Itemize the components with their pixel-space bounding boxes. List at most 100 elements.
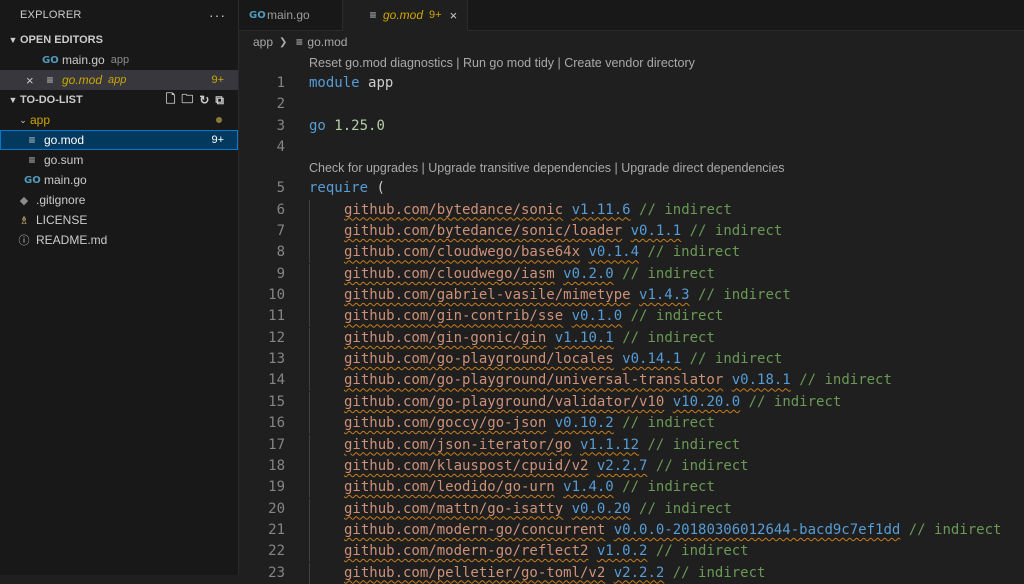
chevron-down-icon: ▼ [8,95,18,105]
new-file-icon[interactable]: 🗋 [166,90,176,111]
tab-label: go.mod [383,8,424,22]
indirect-comment: // indirect [672,564,766,581]
more-actions-icon[interactable]: ··· [209,7,226,23]
code-line: 1 module app [239,73,1024,94]
module-path[interactable]: github.com/go-playground/locales [344,349,614,370]
module-path[interactable]: github.com/gabriel-vasile/mimetype [344,285,631,306]
file-license[interactable]: ♗ LICENSE [0,210,238,230]
module-path[interactable]: github.com/pelletier/go-toml/v2 [344,563,605,584]
module-path[interactable]: github.com/cloudwego/iasm [344,264,555,285]
indent-guide [309,413,344,435]
indent-guide [309,370,344,392]
module-path[interactable]: github.com/klauspost/cpuid/v2 [344,456,588,477]
module-version[interactable]: v1.4.0 [563,477,614,498]
indent-guide [309,562,344,584]
file-go-sum[interactable]: ≡ go.sum [0,150,238,170]
file-gitignore[interactable]: ◆ .gitignore [0,190,238,210]
line-number: 13 [268,351,285,368]
open-editor-main-go[interactable]: GO main.go app [0,50,238,70]
module-version[interactable]: v0.2.0 [563,264,614,285]
tab-go-mod[interactable]: ≡ go.mod 9+ × [343,0,469,31]
indirect-comment: // indirect [622,479,715,496]
open-editor-folder: app [108,74,127,86]
module-version[interactable]: v0.0.0-20180306012644-bacd9c7ef1dd [614,520,901,541]
module-version[interactable]: v2.2.2 [614,563,665,584]
indirect-comment: // indirect [622,329,715,346]
module-version[interactable]: v0.14.1 [622,349,681,370]
module-version[interactable]: v0.18.1 [732,370,791,391]
close-icon[interactable]: × [26,73,42,88]
project-section[interactable]: ▼ TO-DO-LIST 🗋 🗀 ↻ ⧉ [0,90,238,110]
go-version: 1.25.0 [334,117,385,134]
file-main-go[interactable]: GO main.go [0,170,238,190]
lines-icon: ≡ [46,73,54,87]
breadcrumb-folder[interactable]: app [253,35,273,49]
module-path[interactable]: github.com/gin-contrib/sse [344,306,563,327]
open-editor-name: main.go [62,53,105,67]
module-version[interactable]: v1.0.2 [597,541,648,562]
code-editor[interactable]: Reset go.mod diagnostics | Run go mod ti… [239,53,1024,584]
tab-main-go[interactable]: GO main.go [239,0,343,30]
line-number: 4 [276,139,285,156]
module-path[interactable]: github.com/json-iterator/go [344,435,572,456]
dependency-line: 7 github.com/bytedance/sonic/loader v0.1.… [239,221,1024,243]
indent-guide [309,263,344,285]
indirect-comment: // indirect [799,372,892,389]
file-name: go.mod [44,133,85,147]
module-path[interactable]: github.com/bytedance/sonic [344,200,563,221]
problems-badge: 9+ [211,74,224,86]
breadcrumb-file[interactable]: go.mod [307,35,347,49]
file-name: go.sum [44,153,84,167]
refresh-icon[interactable]: ↻ [199,93,209,107]
file-readme[interactable]: ⓘ README.md [0,230,238,250]
module-path[interactable]: github.com/go-playground/validator/v10 [344,392,664,413]
module-version[interactable]: v0.10.2 [555,413,614,434]
indirect-comment: // indirect [908,521,1002,538]
module-version[interactable]: v1.4.3 [639,285,690,306]
line-number: 22 [268,543,285,560]
module-version[interactable]: v10.20.0 [673,392,740,413]
folder-app[interactable]: ⌄ app [0,110,238,130]
file-name: main.go [44,173,87,187]
dependency-line: 14 github.com/go-playground/universal-tra… [239,370,1024,392]
module-path[interactable]: github.com/leodido/go-urn [344,477,555,498]
module-version[interactable]: v0.0.20 [572,499,631,520]
module-path[interactable]: github.com/modern-go/reflect2 [344,541,588,562]
lines-icon: ≡ [28,133,36,147]
codelens-top[interactable]: Reset go.mod diagnostics | Run go mod ti… [239,53,1024,73]
module-path[interactable]: github.com/gin-gonic/gin [344,328,546,349]
module-version[interactable]: v0.1.1 [631,221,682,242]
module-path[interactable]: github.com/go-playground/universal-trans… [344,370,723,391]
module-version[interactable]: v1.10.1 [555,328,614,349]
open-editor-name: go.mod [62,73,103,87]
problems-badge: 9+ [211,134,224,146]
file-go-mod[interactable]: ≡ go.mod 9+ [0,130,238,150]
lines-icon: ≡ [28,153,36,167]
module-path[interactable]: github.com/mattn/go-isatty [344,499,563,520]
module-version[interactable]: v1.11.6 [572,200,631,221]
indent-guide [309,434,344,456]
module-version[interactable]: v0.1.0 [572,306,623,327]
code-line: 3 go 1.25.0 [239,116,1024,137]
open-editors-section[interactable]: ▼ OPEN EDITORS [0,30,238,50]
module-path[interactable]: github.com/cloudwego/base64x [344,242,580,263]
module-version[interactable]: v0.1.4 [588,242,639,263]
new-folder-icon[interactable]: 🗀 [181,90,193,111]
close-icon[interactable]: × [450,8,458,23]
codelens-require[interactable]: Check for upgrades | Upgrade transitive … [239,158,1024,178]
dependency-line: 11 github.com/gin-contrib/sse v0.1.0 // i… [239,306,1024,328]
dependency-line: 13 github.com/go-playground/locales v0.14… [239,349,1024,371]
module-version[interactable]: v2.2.7 [597,456,648,477]
module-path[interactable]: github.com/bytedance/sonic/loader [344,221,622,242]
line-number: 12 [268,329,285,346]
lines-icon: ≡ [369,8,377,22]
keyword: module [309,75,360,91]
module-path[interactable]: github.com/goccy/go-json [344,413,546,434]
module-version[interactable]: v1.1.12 [580,435,639,456]
dependency-line: 22 github.com/modern-go/reflect2 v1.0.2 /… [239,541,1024,563]
keyword: require [309,180,369,197]
open-editor-go-mod[interactable]: × ≡ go.mod app 9+ [0,70,238,90]
indent-guide [309,242,344,264]
module-path[interactable]: github.com/modern-go/concurrent [344,520,605,541]
collapse-all-icon[interactable]: ⧉ [215,93,224,108]
